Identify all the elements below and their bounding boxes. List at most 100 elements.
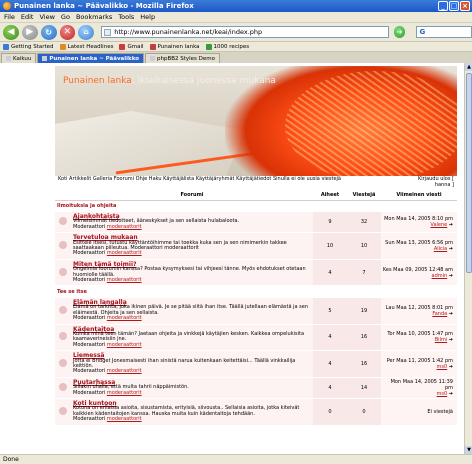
goto-last-post-icon[interactable]: ➔ xyxy=(447,246,453,252)
window-controls: _ □ × xyxy=(438,1,470,11)
forum-posts: 0 xyxy=(347,398,381,426)
last-post-date: Ei viestejä xyxy=(427,408,453,415)
window-titlebar: Punainen lanka ~ Päävalikko - Mozilla Fi… xyxy=(0,0,472,12)
last-post-user-line: Alicia ➔ xyxy=(381,246,453,252)
moderator-link[interactable]: moderaattorit xyxy=(107,224,142,230)
goto-last-post-icon[interactable]: ➔ xyxy=(447,311,453,317)
minimize-button[interactable]: _ xyxy=(438,1,448,11)
logout-link[interactable]: Kirjaudu ulos [ hanna ] xyxy=(414,176,454,187)
forum-desc-cell: Tervetuloa mukaan Esittele itsesi, tutust… xyxy=(71,232,313,260)
forum-topics: 10 xyxy=(313,232,347,260)
category-name[interactable]: Ilmoituksia ja ohjeita xyxy=(55,200,457,212)
menu-item-file[interactable]: File xyxy=(4,13,15,21)
forum-topics: 4 xyxy=(313,324,347,352)
forum-last-post: Ei viestejä xyxy=(381,398,457,426)
forum-row: Elämän langalla Elämä on tarkitta, joka i… xyxy=(55,297,457,325)
moderator-link[interactable]: moderaattorit xyxy=(107,342,142,348)
forum-topics: 0 xyxy=(313,398,347,426)
forum-row: Puutarhassa Sillakin uhalla, että multa t… xyxy=(55,377,457,400)
menu-item-edit[interactable]: Edit xyxy=(21,13,34,21)
category-name[interactable]: Tee se itse xyxy=(55,285,457,298)
go-button[interactable]: ➜ xyxy=(393,26,406,38)
menu-item-bookmarks[interactable]: Bookmarks xyxy=(76,13,112,21)
forum-row: Miten tämä toimii? Ongelmia foorumin kans… xyxy=(55,259,457,287)
moderator-link[interactable]: moderaattorit xyxy=(107,416,142,422)
moderator-link[interactable]: moderaattorit xyxy=(107,250,142,256)
bookmark-item[interactable]: Gmail xyxy=(119,43,144,50)
goto-last-post-icon[interactable]: ➔ xyxy=(447,337,453,343)
scroll-down-arrow[interactable]: ▼ xyxy=(465,446,472,454)
banner-title-brand: Punainen lanka xyxy=(63,76,132,86)
bookmark-item[interactable]: Latest Headlines xyxy=(59,43,114,50)
banner-title: Punainen lanka: ikiaikaisessa juonessa m… xyxy=(63,76,276,86)
menu-item-view[interactable]: View xyxy=(39,13,54,21)
goto-last-post-icon[interactable]: ➔ xyxy=(447,222,453,228)
category-row: Tee se itse xyxy=(55,285,457,298)
forum-page: Punainen lanka: ikiaikaisessa juonessa m… xyxy=(55,66,457,454)
forward-button[interactable]: ▶ xyxy=(21,24,38,40)
bookmark-item[interactable]: Getting Started xyxy=(3,43,54,50)
last-post-user-line: ms0 ➔ xyxy=(381,391,453,397)
forum-row: Ajankohtaista Viimeisimmät tiedotteet, ää… xyxy=(55,212,457,234)
tab-0[interactable]: Kaikuu xyxy=(1,53,37,63)
header-last-post: Viimeinen viesti xyxy=(381,190,457,201)
moderator-link[interactable]: moderaattorit xyxy=(107,368,142,374)
vertical-scrollbar[interactable]: ▲ ▼ xyxy=(464,63,472,454)
bookmark-label: Latest Headlines xyxy=(67,43,114,50)
menu-item-help[interactable]: Help xyxy=(140,13,155,21)
last-post-user[interactable]: Alicia xyxy=(434,246,447,252)
forum-status-cell xyxy=(55,350,71,378)
forum-status-cell xyxy=(55,297,71,325)
reload-button[interactable]: ↻ xyxy=(40,24,57,40)
forum-row: Kädentaitoa Kuinka minä teen tämän? Jaeta… xyxy=(55,324,457,352)
bookmark-icon xyxy=(205,43,212,50)
tab-1[interactable]: Punainen lanka ~ Päävalikko xyxy=(37,53,144,63)
last-post-user[interactable]: ms0 xyxy=(437,364,448,370)
scroll-up-arrow[interactable]: ▲ xyxy=(465,63,472,71)
forum-desc-cell: Liemessä Jotta ei Bridget Jonesmaisesti i… xyxy=(71,350,313,378)
forum-posts: 16 xyxy=(347,350,381,378)
maximize-button[interactable]: □ xyxy=(449,1,459,11)
scroll-thumb[interactable] xyxy=(466,73,472,273)
tab-2[interactable]: phpBB2 Styles Demo xyxy=(144,53,221,63)
bookmark-label: Punainen lanka xyxy=(157,43,200,50)
forum-moderators: Moderaattori moderaattorit xyxy=(73,390,311,396)
forum-nav-links[interactable]: Koti Artikkelit Galleria Foorumi Ohje Ha… xyxy=(58,176,358,187)
bookmark-item[interactable]: 1000 recipes xyxy=(205,43,249,50)
banner-title-tagline: : ikiaikaisessa juonessa mukana xyxy=(131,76,276,86)
last-post-user[interactable]: Fanda xyxy=(432,311,447,317)
menu-item-go[interactable]: Go xyxy=(61,13,70,21)
moderator-link[interactable]: moderaattorit xyxy=(107,277,142,283)
back-button[interactable]: ◀ xyxy=(3,24,19,40)
last-post-user[interactable]: admin xyxy=(432,273,448,279)
forum-posts: 10 xyxy=(347,232,381,260)
home-button[interactable]: ⌂ xyxy=(78,24,95,40)
forum-desc-cell: Elämän langalla Elämä on tarkitta, joka i… xyxy=(71,297,313,325)
moderator-link[interactable]: moderaattorit xyxy=(107,390,142,396)
last-post-user[interactable]: Bilmi xyxy=(435,337,447,343)
forum-status-cell xyxy=(55,377,71,400)
stop-button[interactable]: ✕ xyxy=(59,24,76,40)
forum-row: Tervetuloa mukaan Esittele itsesi, tutust… xyxy=(55,232,457,260)
forum-topics: 4 xyxy=(313,259,347,287)
search-input[interactable]: G xyxy=(416,26,472,38)
page-viewport: Punainen lanka: ikiaikaisessa juonessa m… xyxy=(0,63,464,454)
bookmark-icon xyxy=(3,43,9,50)
last-post-user[interactable]: ms0 xyxy=(437,391,448,397)
last-post-user[interactable]: Valene xyxy=(430,222,447,228)
goto-last-post-icon[interactable]: ➔ xyxy=(447,391,453,397)
moderator-link[interactable]: moderaattorit xyxy=(107,315,142,321)
moderator-label: Moderaattori xyxy=(73,416,106,423)
menu-item-tools[interactable]: Tools xyxy=(118,13,134,21)
forum-status-icon xyxy=(59,267,67,276)
url-input[interactable]: http://www.punainenlanka.net/keai/index.… xyxy=(101,26,389,38)
moderator-label: Moderaattori xyxy=(73,368,106,375)
forum-table: Foorumi Aiheet Viestejä Viimeinen viesti… xyxy=(55,190,457,426)
forum-moderators: Moderaattori moderaattorit xyxy=(73,224,311,230)
bookmark-item[interactable]: Punainen lanka xyxy=(149,43,200,50)
forum-desc-cell: Koti kuntoon Kotona on erilaisia asioita,… xyxy=(71,398,313,426)
goto-last-post-icon[interactable]: ➔ xyxy=(447,273,453,279)
forum-status-icon xyxy=(59,406,67,415)
goto-last-post-icon[interactable]: ➔ xyxy=(447,364,453,370)
close-button[interactable]: × xyxy=(460,1,470,11)
